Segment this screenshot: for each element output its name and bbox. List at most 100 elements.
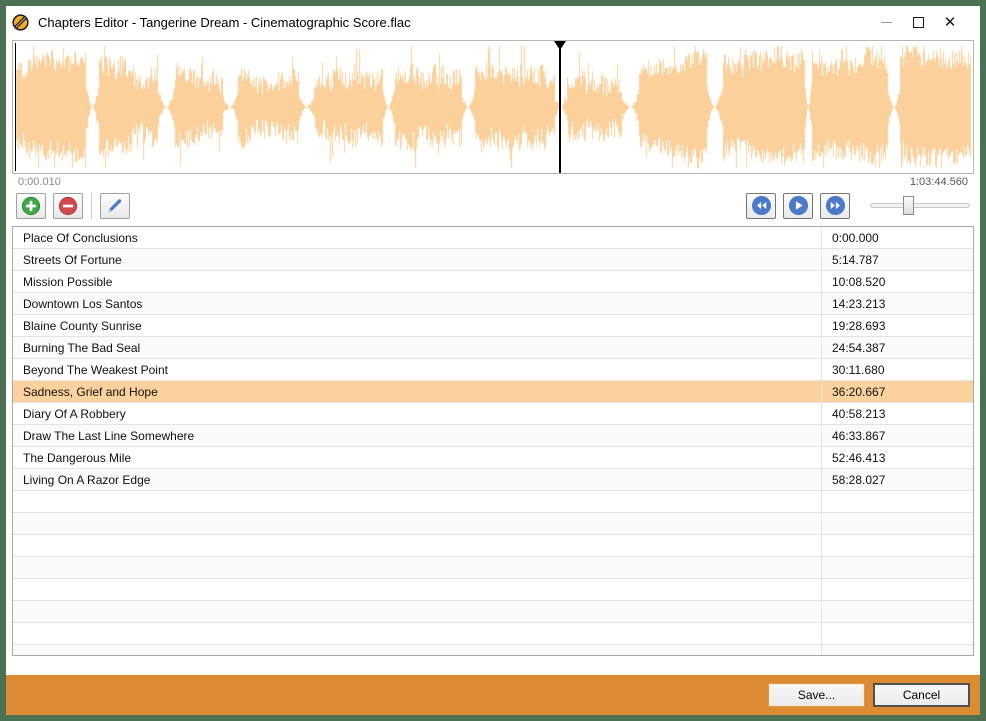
chapter-title <box>13 557 821 578</box>
toolbar-separator <box>91 193 92 219</box>
chapter-title: Mission Possible <box>13 271 821 292</box>
selected-chapter-marker[interactable] <box>559 41 561 173</box>
save-button[interactable]: Save... <box>768 683 865 707</box>
chapter-title <box>13 623 821 644</box>
chapter-start-time <box>821 623 973 644</box>
slider-thumb[interactable] <box>903 196 914 215</box>
play-button[interactable] <box>783 193 813 219</box>
chapter-row[interactable]: Beyond The Weakest Point30:11.680 <box>13 359 973 381</box>
app-icon <box>12 14 29 31</box>
fast-forward-icon <box>825 195 846 216</box>
title-bar: Chapters Editor - Tangerine Dream - Cine… <box>6 6 980 38</box>
playback-controls <box>746 193 974 219</box>
maximize-button[interactable] <box>902 9 934 35</box>
close-icon: ✕ <box>944 15 957 30</box>
chapter-start-time: 10:08.520 <box>821 271 973 292</box>
chapter-title: Draw The Last Line Somewhere <box>13 425 821 446</box>
chapter-title: Place Of Conclusions <box>13 227 821 248</box>
minimize-icon <box>881 22 892 23</box>
chapter-start-time <box>821 513 973 534</box>
chapter-start-time: 52:46.413 <box>821 447 973 468</box>
chapter-start-time: 0:00.000 <box>821 227 973 248</box>
chapter-title <box>13 579 821 600</box>
chapter-title: The Dangerous Mile <box>13 447 821 468</box>
waveform-panel[interactable] <box>12 40 974 174</box>
add-chapter-button[interactable] <box>16 193 46 219</box>
chapter-row[interactable]: Place Of Conclusions0:00.000 <box>13 227 973 249</box>
footer-bar: Save... Cancel <box>6 675 980 715</box>
chapter-start-time: 46:33.867 <box>821 425 973 446</box>
chapter-title: Downtown Los Santos <box>13 293 821 314</box>
minimize-button[interactable] <box>870 9 902 35</box>
chapter-start-time <box>821 579 973 600</box>
window-title: Chapters Editor - Tangerine Dream - Cine… <box>38 15 870 30</box>
maximize-icon <box>913 17 924 28</box>
chapter-row[interactable]: Blaine County Sunrise19:28.693 <box>13 315 973 337</box>
chapter-title <box>13 601 821 622</box>
empty-row <box>13 535 973 557</box>
window-controls: ✕ <box>870 9 966 35</box>
chapter-title: Living On A Razor Edge <box>13 469 821 490</box>
empty-row <box>13 513 973 535</box>
pencil-icon <box>105 196 125 216</box>
empty-row <box>13 491 973 513</box>
empty-row <box>13 623 973 645</box>
waveform-canvas[interactable] <box>13 41 973 173</box>
chapter-row[interactable]: Living On A Razor Edge58:28.027 <box>13 469 973 491</box>
chapter-title: Burning The Bad Seal <box>13 337 821 358</box>
cancel-button[interactable]: Cancel <box>873 683 970 707</box>
toolbar <box>12 192 974 219</box>
chapter-start-time: 14:23.213 <box>821 293 973 314</box>
chapter-start-time: 24:54.387 <box>821 337 973 358</box>
chapter-marker-handle-icon[interactable] <box>554 41 566 50</box>
remove-chapter-button[interactable] <box>53 193 83 219</box>
chapter-start-time: 36:20.667 <box>821 381 973 402</box>
chapter-row[interactable]: Burning The Bad Seal24:54.387 <box>13 337 973 359</box>
chapter-row[interactable]: Draw The Last Line Somewhere46:33.867 <box>13 425 973 447</box>
rewind-icon <box>751 195 772 216</box>
chapter-title: Streets Of Fortune <box>13 249 821 270</box>
close-button[interactable]: ✕ <box>934 9 966 35</box>
chapter-title: Blaine County Sunrise <box>13 315 821 336</box>
chapter-title <box>13 535 821 556</box>
chapter-row[interactable]: Sadness, Grief and Hope36:20.667 <box>13 381 973 403</box>
fast-forward-button[interactable] <box>820 193 850 219</box>
chapter-row[interactable]: Mission Possible10:08.520 <box>13 271 973 293</box>
chapter-start-time: 5:14.787 <box>821 249 973 270</box>
chapter-row[interactable]: The Dangerous Mile52:46.413 <box>13 447 973 469</box>
empty-row <box>13 557 973 579</box>
chapter-start-time: 30:11.680 <box>821 359 973 380</box>
chapter-title: Sadness, Grief and Hope <box>13 381 821 402</box>
chapter-title <box>13 513 821 534</box>
plus-icon <box>21 196 41 216</box>
chapter-start-time: 58:28.027 <box>821 469 973 490</box>
time-labels-row: 0:00.010 1:03:44.560 <box>6 174 980 188</box>
chapter-start-time: 40:58.213 <box>821 403 973 424</box>
slider-track[interactable] <box>870 203 970 208</box>
playhead-line <box>15 43 16 171</box>
chapter-title: Diary Of A Robbery <box>13 403 821 424</box>
empty-row <box>13 601 973 623</box>
chapter-title <box>13 491 821 512</box>
chapter-title <box>13 645 821 656</box>
chapter-row[interactable]: Streets Of Fortune5:14.787 <box>13 249 973 271</box>
chapter-start-time <box>821 601 973 622</box>
chapter-start-time <box>821 645 973 656</box>
minus-icon <box>58 196 78 216</box>
chapter-start-time <box>821 535 973 556</box>
edit-chapter-button[interactable] <box>100 193 130 219</box>
playback-slider[interactable] <box>870 193 970 219</box>
chapter-edit-buttons <box>16 193 137 219</box>
chapters-editor-window: Chapters Editor - Tangerine Dream - Cine… <box>6 6 980 715</box>
play-icon <box>788 195 809 216</box>
chapters-table: Place Of Conclusions0:00.000Streets Of F… <box>12 226 974 656</box>
rewind-button[interactable] <box>746 193 776 219</box>
chapter-row[interactable]: Diary Of A Robbery40:58.213 <box>13 403 973 425</box>
chapter-row[interactable]: Downtown Los Santos14:23.213 <box>13 293 973 315</box>
chapter-title: Beyond The Weakest Point <box>13 359 821 380</box>
empty-row <box>13 645 973 656</box>
chapter-start-time: 19:28.693 <box>821 315 973 336</box>
chapter-start-time <box>821 557 973 578</box>
view-start-time: 0:00.010 <box>18 176 61 188</box>
total-duration: 1:03:44.560 <box>910 176 968 188</box>
